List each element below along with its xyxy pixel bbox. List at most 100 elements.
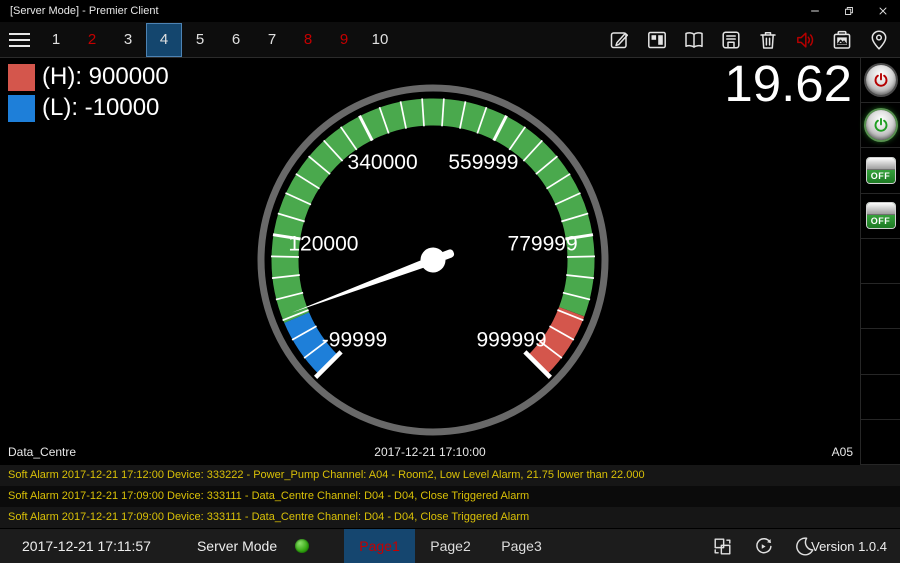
sidebar-empty-cell bbox=[861, 329, 900, 374]
night-mode-icon bbox=[793, 535, 816, 558]
alarm-row-2[interactable]: Soft Alarm 2017-12-21 17:09:00 Device: 3… bbox=[0, 486, 900, 507]
page-number-7[interactable]: 7 bbox=[254, 23, 290, 57]
toggle-state-label: OFF bbox=[867, 170, 895, 183]
speaker-button[interactable] bbox=[792, 26, 818, 54]
power-icon bbox=[873, 72, 889, 88]
book-icon bbox=[682, 28, 706, 52]
menu-icon bbox=[9, 33, 30, 35]
high-threshold-label: (H): 900000 bbox=[42, 63, 169, 91]
page-number-tabs: 12345678910 bbox=[38, 23, 398, 57]
status-bar: 2017-12-21 17:11:57 Server Mode Page1Pag… bbox=[0, 529, 900, 563]
page-number-1[interactable]: 1 bbox=[38, 23, 74, 57]
sync-button[interactable] bbox=[751, 532, 775, 560]
alarm-row-1[interactable]: Soft Alarm 2017-12-21 17:12:00 Device: 3… bbox=[0, 465, 900, 486]
server-status-indicator bbox=[295, 539, 309, 553]
toolbar-icons bbox=[607, 26, 900, 54]
app-window: [Server Mode] - Premier Client 123456789… bbox=[0, 0, 900, 563]
high-threshold-row: (H): 900000 bbox=[8, 63, 169, 91]
toggle-flap bbox=[867, 203, 895, 215]
page-number-2[interactable]: 2 bbox=[74, 23, 110, 57]
layout-button[interactable] bbox=[644, 26, 670, 54]
location-icon bbox=[867, 28, 891, 52]
trash-button[interactable] bbox=[755, 26, 781, 54]
alarm-row-3[interactable]: Soft Alarm 2017-12-21 17:09:00 Device: 3… bbox=[0, 507, 900, 528]
window-title: [Server Mode] - Premier Client bbox=[0, 5, 159, 17]
svg-text:120000: 120000 bbox=[288, 233, 358, 256]
version-label: Version 1.0.4 bbox=[811, 539, 900, 554]
page-number-6[interactable]: 6 bbox=[218, 23, 254, 57]
svg-text:-99999: -99999 bbox=[322, 329, 387, 352]
status-clock: 2017-12-21 17:11:57 bbox=[0, 538, 151, 554]
control-sidebar: OFF OFF bbox=[860, 58, 900, 465]
speaker-icon bbox=[793, 28, 817, 52]
power-on-button[interactable] bbox=[866, 110, 896, 140]
trash-icon bbox=[756, 28, 780, 52]
svg-text:340000: 340000 bbox=[348, 151, 418, 174]
sidebar-empty-cell bbox=[861, 375, 900, 420]
page-number-5[interactable]: 5 bbox=[182, 23, 218, 57]
low-threshold-label: (L): -10000 bbox=[42, 94, 159, 122]
night-mode-button[interactable] bbox=[792, 532, 816, 560]
book-button[interactable] bbox=[681, 26, 707, 54]
page-number-9[interactable]: 9 bbox=[326, 23, 362, 57]
save-icon bbox=[719, 28, 743, 52]
layout-icon bbox=[645, 28, 669, 52]
tab-page1[interactable]: Page1 bbox=[344, 529, 415, 563]
titlebar: [Server Mode] - Premier Client bbox=[0, 0, 900, 22]
status-bar-icons bbox=[710, 529, 816, 563]
tab-page2[interactable]: Page2 bbox=[415, 529, 486, 563]
location-button[interactable] bbox=[866, 26, 892, 54]
threshold-legend: (H): 900000 (L): -10000 bbox=[8, 63, 169, 122]
sync-icon bbox=[752, 535, 775, 558]
tab-page3[interactable]: Page3 bbox=[486, 529, 557, 563]
page-tabs: Page1Page2Page3 bbox=[344, 529, 557, 563]
reading-timestamp: 2017-12-21 17:10:00 bbox=[0, 445, 860, 459]
page-number-8[interactable]: 8 bbox=[290, 23, 326, 57]
sidebar-empty-cell bbox=[861, 239, 900, 284]
gauge-panel: (H): 900000 (L): -10000 19.62 -999991200… bbox=[0, 58, 860, 465]
edit-button[interactable] bbox=[607, 26, 633, 54]
current-value-readout: 19.62 bbox=[724, 54, 852, 113]
close-button[interactable] bbox=[866, 0, 900, 22]
svg-text:779999: 779999 bbox=[508, 233, 578, 256]
toggle-switch-2[interactable]: OFF bbox=[866, 202, 896, 229]
close-icon bbox=[877, 5, 889, 17]
high-color-swatch bbox=[8, 64, 35, 91]
toggle-state-label: OFF bbox=[867, 215, 895, 228]
save-button[interactable] bbox=[718, 26, 744, 54]
sidebar-empty-cell bbox=[861, 420, 900, 465]
switch-pages-icon bbox=[711, 535, 734, 558]
page-number-10[interactable]: 10 bbox=[362, 23, 398, 57]
dial-gauge: -99999 120000 340000 559999 779999 999999 bbox=[253, 80, 613, 440]
snapshot-button[interactable] bbox=[829, 26, 855, 54]
gauge-footer: Data_Centre 2017-12-21 17:10:00 A05 bbox=[0, 445, 860, 463]
restore-button[interactable] bbox=[832, 0, 866, 22]
sidebar-cell: OFF bbox=[861, 194, 900, 239]
sidebar-cell bbox=[861, 58, 900, 103]
svg-text:999999: 999999 bbox=[476, 329, 546, 352]
switch-pages-button[interactable] bbox=[710, 532, 734, 560]
minimize-icon bbox=[809, 5, 821, 17]
low-color-swatch bbox=[8, 95, 35, 122]
power-off-button[interactable] bbox=[866, 65, 896, 95]
channel-code: A05 bbox=[832, 445, 853, 459]
window-controls bbox=[798, 0, 900, 22]
page-number-4[interactable]: 4 bbox=[146, 23, 182, 57]
minimize-button[interactable] bbox=[798, 0, 832, 22]
sidebar-cell bbox=[861, 103, 900, 148]
alarm-list: Soft Alarm 2017-12-21 17:12:00 Device: 3… bbox=[0, 465, 900, 529]
toggle-flap bbox=[867, 158, 895, 170]
toolbar: 12345678910 bbox=[0, 22, 900, 58]
page-number-3[interactable]: 3 bbox=[110, 23, 146, 57]
sidebar-empty-cell bbox=[861, 284, 900, 329]
server-mode-label: Server Mode bbox=[197, 538, 277, 554]
toggle-switch-1[interactable]: OFF bbox=[866, 157, 896, 184]
power-icon bbox=[873, 117, 889, 133]
low-threshold-row: (L): -10000 bbox=[8, 94, 169, 122]
edit-icon bbox=[608, 28, 632, 52]
snapshot-icon bbox=[830, 28, 854, 52]
svg-text:559999: 559999 bbox=[448, 151, 518, 174]
sidebar-cell: OFF bbox=[861, 148, 900, 193]
restore-icon bbox=[843, 5, 855, 17]
menu-button[interactable] bbox=[0, 23, 38, 57]
